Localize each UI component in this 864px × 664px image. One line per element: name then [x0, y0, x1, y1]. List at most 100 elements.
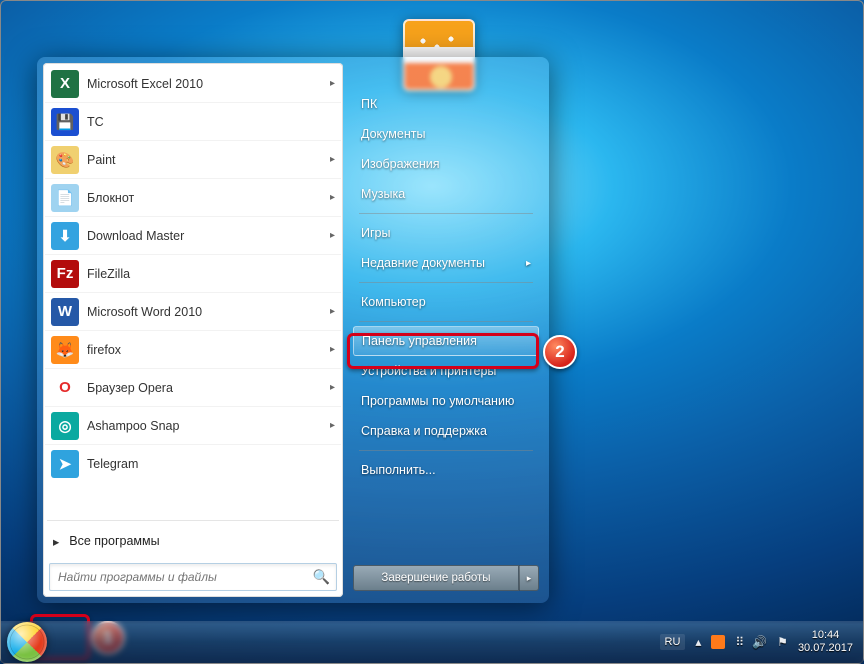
- search-icon: 🔍: [313, 569, 330, 586]
- app-label: Microsoft Excel 2010: [87, 77, 203, 91]
- app-item-firefox[interactable]: 🦊 firefox ▸: [45, 331, 341, 369]
- firefox-icon: 🦊: [51, 336, 79, 364]
- right-item-label: Панель управления: [362, 334, 477, 348]
- app-label: Telegram: [87, 457, 138, 471]
- app-item-notepad[interactable]: 📄 Блокнот ▸: [45, 179, 341, 217]
- app-label: Download Master: [87, 229, 184, 243]
- shutdown-label: Завершение работы: [381, 572, 490, 584]
- right-item-label: Музыка: [361, 187, 405, 201]
- right-item-программы-по-умолчанию[interactable]: Программы по умолчанию: [353, 386, 539, 416]
- right-item-label: Выполнить...: [361, 463, 436, 477]
- right-item-игры[interactable]: Игры: [353, 218, 539, 248]
- right-item-label: Справка и поддержка: [361, 424, 487, 438]
- callout-badge-2: 2: [543, 335, 577, 369]
- submenu-arrow-icon: ▸: [330, 306, 335, 317]
- shutdown-button[interactable]: Завершение работы: [353, 565, 519, 591]
- separator: [359, 213, 533, 214]
- app-item-tc[interactable]: 💾 TC: [45, 103, 341, 141]
- app-item-excel[interactable]: X Microsoft Excel 2010 ▸: [45, 65, 341, 103]
- shutdown-group: Завершение работы ▸: [353, 565, 539, 591]
- start-menu-left-pane: X Microsoft Excel 2010 ▸ 💾 TC 🎨 Paint ▸ 📄 Блокнот…: [43, 63, 343, 597]
- app-item-paint[interactable]: 🎨 Paint ▸: [45, 141, 341, 179]
- submenu-arrow-icon: ▸: [526, 258, 531, 269]
- right-item-label: Программы по умолчанию: [361, 394, 514, 408]
- app-label: Ashampoo Snap: [87, 419, 179, 433]
- arrow-right-icon: ▸: [53, 534, 59, 549]
- clock-time: 10:44: [798, 629, 853, 642]
- snap-icon: ◎: [51, 412, 79, 440]
- volume-icon[interactable]: 🔊: [752, 635, 767, 649]
- badge-number: 2: [555, 342, 564, 362]
- submenu-arrow-icon: ▸: [330, 344, 335, 355]
- app-item-snap[interactable]: ◎ Ashampoo Snap ▸: [45, 407, 341, 445]
- language-indicator[interactable]: RU: [660, 634, 686, 650]
- right-item-label: Игры: [361, 226, 390, 240]
- app-item-dm[interactable]: ⬇ Download Master ▸: [45, 217, 341, 255]
- right-item-label: Изображения: [361, 157, 440, 171]
- notepad-icon: 📄: [51, 184, 79, 212]
- right-item-документы[interactable]: Документы: [353, 119, 539, 149]
- tc-icon: 💾: [51, 108, 79, 136]
- action-center-icon[interactable]: ⚑: [777, 635, 788, 649]
- excel-icon: X: [51, 70, 79, 98]
- app-label: FileZilla: [87, 267, 130, 281]
- app-item-telegram[interactable]: ➤ Telegram: [45, 445, 341, 483]
- app-label: Блокнот: [87, 191, 134, 205]
- right-item-устройства-и-принтеры[interactable]: Устройства и принтеры: [353, 356, 539, 386]
- search-box[interactable]: 🔍: [49, 563, 337, 591]
- submenu-arrow-icon: ▸: [330, 420, 335, 431]
- right-item-справка-и-поддержка[interactable]: Справка и поддержка: [353, 416, 539, 446]
- start-menu-right-pane: ПК Документы Изображения Музыка Игры Недавние…: [343, 63, 543, 597]
- opera-icon: O: [51, 374, 79, 402]
- right-item-музыка[interactable]: Музыка: [353, 179, 539, 209]
- system-tray: RU ▴ ⠿ 🔊 ⚑ 10:44 30.07.2017: [660, 629, 858, 654]
- submenu-arrow-icon: ▸: [330, 154, 335, 165]
- right-item-компьютер[interactable]: Компьютер: [353, 287, 539, 317]
- shutdown-options-button[interactable]: ▸: [519, 565, 539, 591]
- start-button[interactable]: [7, 622, 47, 662]
- right-item-label: Устройства и принтеры: [361, 364, 496, 378]
- submenu-arrow-icon: ▸: [330, 78, 335, 89]
- network-icon[interactable]: ⠿: [735, 635, 742, 649]
- separator: [47, 520, 339, 521]
- separator: [359, 282, 533, 283]
- clock-date: 30.07.2017: [798, 642, 853, 655]
- all-programs-button[interactable]: ▸ Все программы: [45, 525, 341, 557]
- app-item-word[interactable]: W Microsoft Word 2010 ▸: [45, 293, 341, 331]
- right-item-изображения[interactable]: Изображения: [353, 149, 539, 179]
- tray-app-icon[interactable]: [711, 635, 725, 649]
- paint-icon: 🎨: [51, 146, 79, 174]
- show-hidden-icons[interactable]: ▴: [695, 635, 701, 649]
- filezilla-icon: Fz: [51, 260, 79, 288]
- word-icon: W: [51, 298, 79, 326]
- clock[interactable]: 10:44 30.07.2017: [798, 629, 853, 654]
- app-label: Браузер Opera: [87, 381, 173, 395]
- pinned-apps-list: X Microsoft Excel 2010 ▸ 💾 TC 🎨 Paint ▸ 📄 Блокнот…: [45, 65, 341, 516]
- telegram-icon: ➤: [51, 450, 79, 478]
- right-item-выполнить...[interactable]: Выполнить...: [353, 455, 539, 485]
- start-menu: X Microsoft Excel 2010 ▸ 💾 TC 🎨 Paint ▸ 📄 Блокнот…: [37, 57, 549, 603]
- submenu-arrow-icon: ▸: [330, 230, 335, 241]
- separator: [359, 321, 533, 322]
- app-label: Paint: [87, 153, 116, 167]
- desktop: X Microsoft Excel 2010 ▸ 💾 TC 🎨 Paint ▸ 📄 Блокнот…: [1, 1, 863, 663]
- right-item-label: Недавние документы: [361, 256, 485, 270]
- right-item-недавние-документы[interactable]: Недавние документы ▸: [353, 248, 539, 278]
- right-item-панель-управления[interactable]: Панель управления: [353, 326, 539, 356]
- dm-icon: ⬇: [51, 222, 79, 250]
- right-item-пк[interactable]: ПК: [353, 89, 539, 119]
- app-item-filezilla[interactable]: Fz FileZilla: [45, 255, 341, 293]
- separator: [359, 450, 533, 451]
- submenu-arrow-icon: ▸: [330, 192, 335, 203]
- app-label: Microsoft Word 2010: [87, 305, 202, 319]
- taskbar: RU ▴ ⠿ 🔊 ⚑ 10:44 30.07.2017: [1, 621, 863, 663]
- all-programs-label: Все программы: [69, 534, 159, 548]
- app-item-opera[interactable]: O Браузер Opera ▸: [45, 369, 341, 407]
- right-item-label: Документы: [361, 127, 425, 141]
- right-item-label: ПК: [361, 97, 377, 111]
- search-input[interactable]: [50, 564, 336, 590]
- right-item-label: Компьютер: [361, 295, 426, 309]
- app-label: firefox: [87, 343, 121, 357]
- submenu-arrow-icon: ▸: [330, 382, 335, 393]
- app-label: TC: [87, 115, 104, 129]
